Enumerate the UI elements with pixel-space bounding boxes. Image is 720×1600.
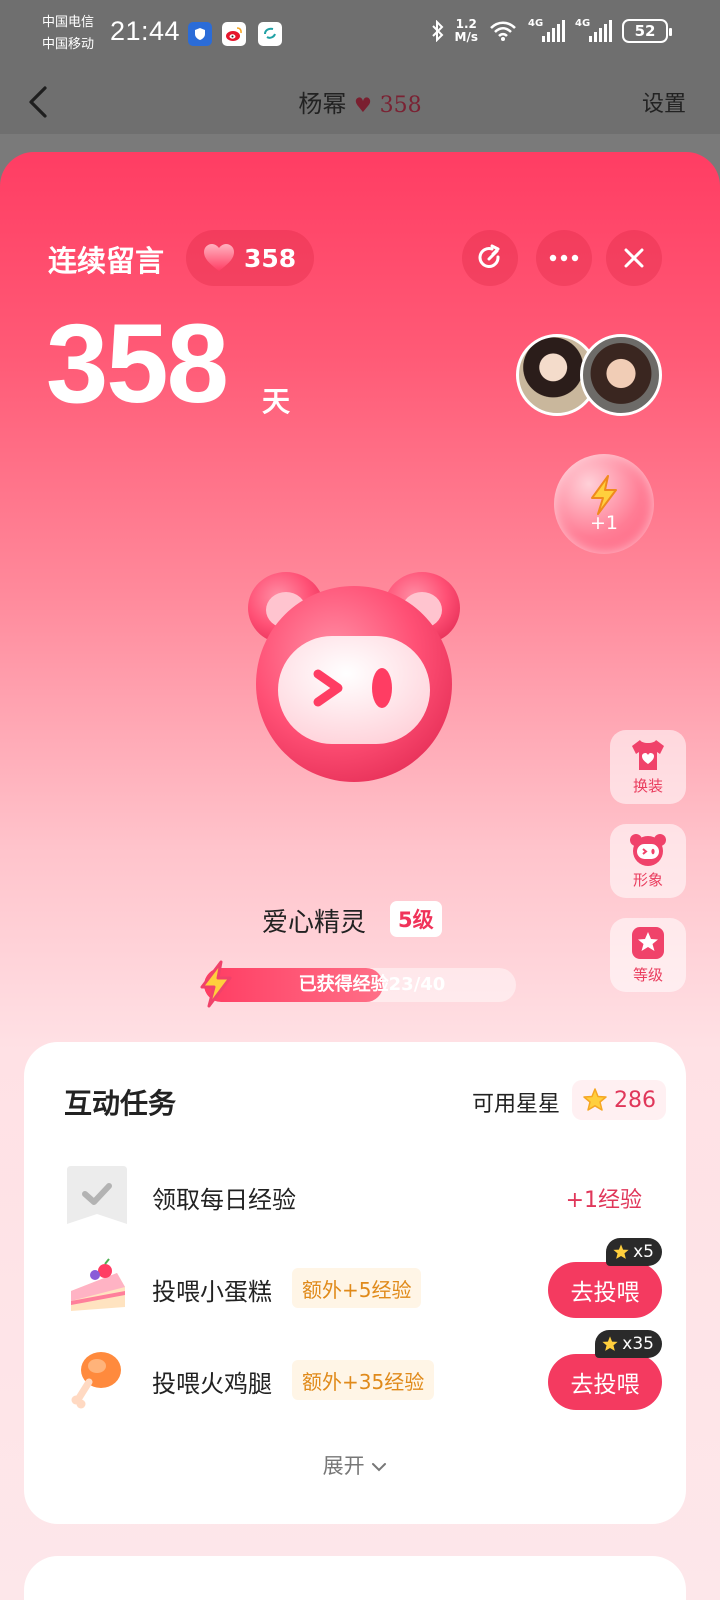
heart-count: 358 — [244, 243, 297, 273]
bluetooth-icon — [431, 20, 443, 42]
wifi-icon — [490, 21, 516, 41]
lightning-icon — [591, 475, 617, 515]
task-cost: x5 — [633, 1242, 654, 1262]
status-bar: 中国电信 中国移动 21:44 1.2 M/s 4G 4G 52 — [0, 0, 720, 70]
avatar-idol[interactable] — [580, 334, 662, 416]
cake-icon — [64, 1254, 130, 1320]
interaction-task-card: 互动任务 可用星星 286 领取每日经验 +1经验 投喂小蛋糕 额外+5经验 去… — [24, 1042, 686, 1524]
more-dots-icon — [549, 254, 579, 262]
nav-title-name: 杨幂 — [298, 90, 347, 118]
heart-icon — [204, 244, 234, 271]
carrier-labels: 中国电信 中国移动 — [42, 12, 94, 56]
level-button[interactable]: 等级 — [610, 918, 686, 992]
drumstick-icon — [64, 1346, 130, 1412]
task-row-daily-xp: 领取每日经验 +1经验 — [64, 1162, 664, 1232]
feed-cake-button[interactable]: 去投喂 — [548, 1262, 662, 1318]
weibo-app-icon — [222, 22, 246, 46]
streak-days-unit: 天 — [262, 385, 291, 418]
carrier-2: 中国移动 — [42, 37, 95, 52]
shirt-icon — [632, 740, 664, 770]
xp-progress-text: 已获得经验23/40 — [298, 974, 446, 995]
energy-bubble[interactable]: +1 — [554, 454, 654, 554]
china-mobile-app-icon — [258, 22, 282, 46]
level-label: 等级 — [632, 966, 663, 984]
signal-2-icon: 4G — [575, 18, 612, 42]
task-row-feed-cake: 投喂小蛋糕 额外+5经验 去投喂 x5 — [64, 1238, 664, 1324]
task-cost: x35 — [622, 1334, 654, 1354]
task-name: 投喂火鸡腿 — [152, 1370, 272, 1398]
star-icon — [583, 1088, 607, 1111]
battery-icon: 52 — [622, 19, 672, 43]
close-button[interactable] — [606, 230, 662, 286]
streak-days: 358 — [46, 301, 229, 426]
heart-count-pill: 358 — [186, 230, 314, 286]
streak-label: 连续留言 — [48, 244, 165, 278]
xp-progress-bar: 已获得经验23/40 — [204, 968, 516, 1002]
star-icon — [613, 1244, 629, 1259]
lightning-icon — [200, 960, 232, 1008]
streak-sheet: 连续留言 358 358 天 +1 换装 形象 等级 爱心精灵 5级 已获得经验… — [0, 152, 720, 1600]
task-cost-chip: x5 — [606, 1238, 662, 1266]
refresh-arrow-icon — [478, 244, 500, 268]
feed-drumstick-button[interactable]: 去投喂 — [548, 1354, 662, 1410]
available-stars-value: 286 — [614, 1087, 656, 1113]
appearance-label: 形象 — [632, 871, 663, 889]
pet-level-badge: 5级 — [390, 901, 442, 937]
task-card-title: 互动任务 — [64, 1087, 177, 1120]
next-card — [24, 1556, 686, 1600]
network-speed: 1.2 M/s — [454, 17, 478, 44]
heart-icon: ♥ — [354, 93, 372, 117]
checkmark-bookmark-icon — [64, 1162, 130, 1228]
task-cost-chip: x35 — [595, 1330, 662, 1358]
expand-label: 展开 — [322, 1454, 365, 1478]
task-bonus-tag: 额外+35经验 — [292, 1360, 435, 1400]
star-icon — [602, 1336, 618, 1351]
nav-title: 杨幂 ♥ 358 — [0, 84, 720, 119]
task-name: 领取每日经验 — [152, 1186, 296, 1214]
share-button[interactable] — [462, 230, 518, 286]
task-row-feed-drumstick: 投喂火鸡腿 额外+35经验 去投喂 x35 — [64, 1330, 664, 1416]
star-badge-icon — [632, 927, 664, 959]
outfit-button[interactable]: 换装 — [610, 730, 686, 804]
nav-bar: 杨幂 ♥ 358 设置 — [0, 70, 720, 134]
shield-app-icon — [188, 22, 212, 46]
expand-tasks-link[interactable]: 展开 — [24, 1450, 686, 1480]
task-name: 投喂小蛋糕 — [152, 1278, 272, 1306]
task-reward: +1经验 — [565, 1188, 642, 1213]
appearance-button[interactable]: 形象 — [610, 824, 686, 898]
available-stars-label: 可用星星 — [472, 1092, 561, 1117]
nav-title-count: 358 — [379, 93, 422, 118]
energy-plus: +1 — [589, 512, 618, 534]
carrier-1: 中国电信 — [42, 15, 95, 30]
clock: 21:44 — [110, 16, 181, 46]
pet-name: 爱心精灵 — [262, 908, 367, 938]
outfit-label: 换装 — [632, 777, 663, 795]
status-icons: 1.2 M/s 4G 4G 52 — [431, 17, 672, 44]
task-bonus-tag: 额外+5经验 — [292, 1268, 422, 1308]
chevron-down-icon — [372, 1463, 387, 1472]
signal-1-icon: 4G — [528, 18, 565, 42]
pig-face-icon — [630, 834, 666, 866]
settings-link[interactable]: 设置 — [642, 86, 686, 118]
close-icon — [624, 248, 644, 268]
more-button[interactable] — [536, 230, 592, 286]
available-stars-pill: 286 — [572, 1080, 666, 1120]
pig-mascot[interactable] — [234, 556, 474, 786]
